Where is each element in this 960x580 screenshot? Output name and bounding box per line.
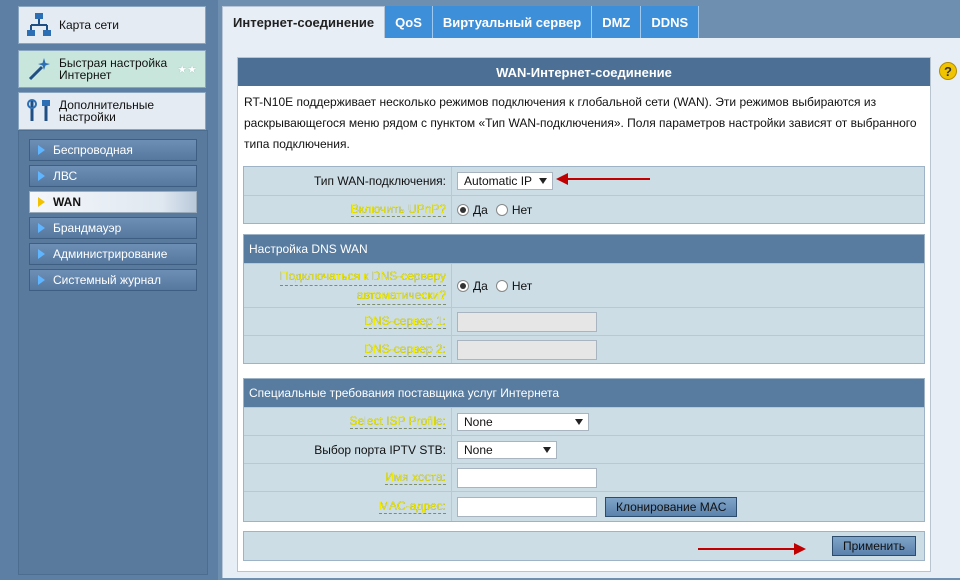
iptv-select[interactable]: None xyxy=(457,440,557,459)
submenu-item-system-log[interactable]: Системный журнал xyxy=(29,269,197,291)
submenu-label: Беспроводная xyxy=(53,143,133,157)
tab-qos[interactable]: QoS xyxy=(385,6,433,38)
iptv-label: Выбор порта IPTV STB: xyxy=(244,436,452,463)
sidebar: Карта сети Быстрая настройка Интернет ★★… xyxy=(0,0,218,580)
submenu-label: Администрирование xyxy=(53,247,168,261)
mac-label[interactable]: MAC-адрес: xyxy=(244,492,452,521)
upnp-yes-label: Да xyxy=(473,202,488,217)
hostname-input[interactable] xyxy=(457,467,597,488)
clone-mac-button[interactable]: Клонирование MAC xyxy=(605,496,738,517)
wan-type-value: Automatic IP xyxy=(464,174,533,188)
chevron-down-icon xyxy=(539,178,547,184)
upnp-yes-radio[interactable] xyxy=(457,203,469,216)
arrow-right-icon xyxy=(38,145,45,155)
sidebar-item-advanced[interactable]: Дополнительные настройки xyxy=(18,92,206,130)
dns1-input[interactable] xyxy=(457,311,597,332)
dns-auto-yes-label: Да xyxy=(473,278,488,293)
submenu-label: ЛВС xyxy=(53,169,78,183)
magic-wand-icon xyxy=(19,51,59,87)
chevron-down-icon xyxy=(575,418,583,425)
apply-button[interactable]: Применить xyxy=(831,536,916,556)
submenu-label: WAN xyxy=(53,195,81,209)
submenu-item-firewall[interactable]: Брандмауэр xyxy=(29,217,197,239)
tab-bar: Интернет-соединение QoS Виртуальный серв… xyxy=(222,6,700,38)
tab-virtual-server[interactable]: Виртуальный сервер xyxy=(432,6,593,38)
hostname-label[interactable]: Имя хоста: xyxy=(244,464,452,491)
sidebar-item-quick-setup[interactable]: Быстрая настройка Интернет ★★ xyxy=(18,50,206,88)
submenu-label: Брандмауэр xyxy=(53,221,122,235)
submenu-item-wireless[interactable]: Беспроводная xyxy=(29,139,197,161)
dns-auto-yes-radio[interactable] xyxy=(457,279,469,292)
content-box: WAN-Интернет-соединение RT-N10E поддержи… xyxy=(237,57,931,572)
dns2-label[interactable]: DNS-сервер 2: xyxy=(244,336,452,363)
submenu-item-wan[interactable]: WAN xyxy=(29,191,197,213)
submenu: Беспроводная ЛВС WAN Брандмауэр Админист… xyxy=(18,130,208,575)
wan-type-select[interactable]: Automatic IP xyxy=(457,172,553,190)
tools-icon xyxy=(19,93,59,129)
tab-dmz[interactable]: DMZ xyxy=(592,6,642,38)
isp-block: Специальные требования поставщика услуг … xyxy=(243,378,925,522)
isp-profile-label[interactable]: Select ISP Profile: xyxy=(244,408,452,435)
dns-block: Настройка DNS WAN Подключаться к DNS-сер… xyxy=(243,234,925,364)
tab-ddns[interactable]: DDNS xyxy=(641,6,700,38)
arrow-right-icon xyxy=(38,275,45,285)
submenu-label: Системный журнал xyxy=(53,273,161,287)
dns-auto-label[interactable]: Подключаться к DNS-серверу автоматически… xyxy=(244,264,452,307)
mac-input[interactable] xyxy=(457,496,597,517)
sidebar-item-label: Карта сети xyxy=(59,18,119,32)
sidebar-item-network-map[interactable]: Карта сети xyxy=(18,6,206,44)
panel-title: WAN-Интернет-соединение xyxy=(238,58,930,86)
annotation-arrow-left xyxy=(556,173,650,185)
upnp-no-radio[interactable] xyxy=(495,203,508,216)
upnp-label[interactable]: Включить UPnP? xyxy=(244,196,452,223)
tab-internet-connection[interactable]: Интернет-соединение xyxy=(222,6,386,38)
wan-type-label: Тип WAN-подключения: xyxy=(244,167,452,195)
dns-section-title: Настройка DNS WAN xyxy=(244,235,924,263)
dns2-input[interactable] xyxy=(457,339,597,360)
help-icon[interactable]: ? xyxy=(939,62,957,80)
stars-icon: ★★ xyxy=(177,64,197,76)
main-panel: WAN-Интернет-соединение RT-N10E поддержи… xyxy=(222,38,960,578)
sidebar-item-label: Быстрая настройка Интернет xyxy=(59,56,168,82)
panel-description: RT-N10E поддерживает несколько режимов п… xyxy=(244,95,917,151)
dns-auto-no-label: Нет xyxy=(511,278,533,293)
arrow-right-icon xyxy=(38,249,45,259)
isp-profile-value: None xyxy=(464,414,493,429)
arrow-right-icon xyxy=(38,223,45,233)
iptv-value: None xyxy=(464,442,493,457)
dns-auto-no-radio[interactable] xyxy=(495,279,508,292)
wan-basic-block: Тип WAN-подключения: Automatic IP Включи… xyxy=(243,166,925,224)
dns1-label[interactable]: DNS-сервер 1: xyxy=(244,308,452,335)
upnp-no-label: Нет xyxy=(511,202,533,217)
chevron-down-icon xyxy=(543,446,551,453)
annotation-arrow-right xyxy=(698,543,806,555)
network-map-icon xyxy=(19,7,59,43)
submenu-item-administration[interactable]: Администрирование xyxy=(29,243,197,265)
arrow-right-icon xyxy=(38,197,45,207)
arrow-right-icon xyxy=(38,171,45,181)
apply-row: Применить xyxy=(243,531,925,561)
sidebar-item-label: Дополнительные настройки xyxy=(59,98,154,124)
submenu-item-lan[interactable]: ЛВС xyxy=(29,165,197,187)
isp-profile-select[interactable]: None xyxy=(457,412,589,431)
isp-section-title: Специальные требования поставщика услуг … xyxy=(244,379,924,407)
